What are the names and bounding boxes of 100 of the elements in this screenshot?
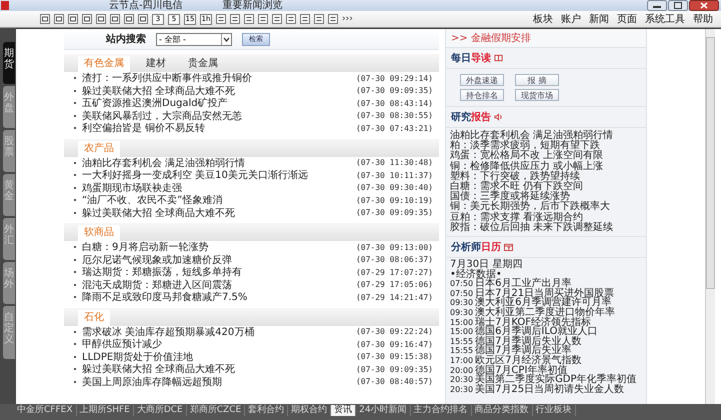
toolbar-icon[interactable] <box>244 14 254 24</box>
event-text: 德国6月季调后ILO就业人口 <box>475 327 598 337</box>
search-label: 站内搜索 <box>106 32 146 46</box>
news-link[interactable]: 渣打：一系列供应中断事件或推升铜价 <box>82 71 356 86</box>
panel-title-accent: 日历 <box>481 241 501 254</box>
toolbar-icon[interactable] <box>286 14 296 24</box>
status-tab[interactable]: 行业板块 <box>532 404 576 416</box>
holiday-link[interactable]: >> 金融假期安排 <box>446 29 646 48</box>
section-tab[interactable]: 贵金属 <box>182 56 224 72</box>
toolbar-icon[interactable] <box>314 14 324 24</box>
news-link[interactable]: 五矿资源推迟澳洲Dugald矿投产 <box>82 96 356 110</box>
news-link[interactable]: 甲醇供应预计减少 <box>82 337 356 352</box>
event-time: 15:55 <box>450 346 474 356</box>
news-time: (07-30 09:30:40) <box>356 183 433 192</box>
news-time: (07-30 09:22:24) <box>356 327 433 336</box>
menu-item[interactable]: 板块 <box>533 12 553 26</box>
toolbar-icon[interactable] <box>258 14 268 24</box>
category-select[interactable]: - 全部 - <box>156 32 232 46</box>
event-text: 美国7月25日当周初请失业金人数 <box>475 384 624 394</box>
event-text: 澳大利亚6月季调营建许可月率 <box>475 298 612 308</box>
toolbar-icon[interactable] <box>300 14 310 24</box>
status-tab[interactable]: 中金所CFFEX <box>14 404 76 416</box>
status-tab[interactable]: 上期所SHFE <box>76 404 134 416</box>
quick-button[interactable]: 现货市场 <box>515 89 559 101</box>
app-logo-icon <box>1 1 9 10</box>
panel-title: 分析师 <box>451 240 481 254</box>
news-link[interactable]: 需求破冰 美油库存超预期暴减420万桶 <box>82 324 356 339</box>
news-time: (07-29 14:21:47) <box>356 292 433 302</box>
report-link[interactable]: 鸡蛋：宽松格局不改 上涨空间有限 <box>450 151 642 162</box>
toolbar-icon[interactable] <box>216 14 226 24</box>
news-link[interactable]: 躲过美联储大招 全球商品大难不死 <box>82 84 356 98</box>
news-link[interactable]: LLDPE期货处于价值洼地 <box>82 350 356 364</box>
title-tab[interactable]: 云节点-四川电信 <box>109 0 183 11</box>
status-tab[interactable]: 套利合约 <box>245 404 288 416</box>
event-time: 20:00 <box>450 366 474 376</box>
panel-title: 每日 <box>451 52 471 65</box>
news-link[interactable]: 油粕比存套利机会 满足油强粕弱行情 <box>82 156 356 170</box>
event-text: 美国第二季度实际GDP年化季率初值 <box>475 375 637 385</box>
news-time: (07-30 08:30:55) <box>356 111 433 120</box>
quick-button[interactable]: 外盘速递 <box>460 74 504 86</box>
toolbar-icon[interactable] <box>328 14 338 24</box>
news-link[interactable]: 鸡蛋期现市场联袂走强 <box>82 180 356 195</box>
news-time: (07-29 17:05:06) <box>356 280 433 290</box>
news-link[interactable]: 降雨不足或致印度马邦食糖减产7.5% <box>82 290 356 304</box>
menu-item[interactable]: 页面 <box>617 12 637 26</box>
event-time: 17:00 <box>450 356 474 366</box>
report-link[interactable]: 铜：美元长期强势，后市下跌概率大 <box>450 202 642 213</box>
status-tab[interactable]: 商品分类指数 <box>472 404 533 416</box>
event-text: 德国7月季调后失业率 <box>475 346 572 356</box>
status-tab[interactable]: 资讯 <box>331 404 356 416</box>
status-tab[interactable]: 主力合约排名 <box>410 404 472 416</box>
report-link[interactable]: 铜：检修降低供应压力 或小幅上涨 <box>450 162 642 172</box>
scrollbar[interactable] <box>705 29 715 404</box>
toolbar-icon[interactable] <box>230 14 240 24</box>
dropdown-caret-icon <box>221 34 231 44</box>
news-time: (07-29 17:07:27) <box>356 268 433 277</box>
section-tab[interactable]: 建材 <box>140 56 172 72</box>
toolbar-icon[interactable] <box>272 14 282 24</box>
news-link[interactable]: 美联储风暴刮过，大宗商品安然无恙 <box>82 108 356 123</box>
restore-icon[interactable] <box>668 0 688 11</box>
news-link[interactable]: 混沌天成期货：郑糖进入区间震荡 <box>82 278 356 292</box>
minimize-icon[interactable] <box>647 0 667 11</box>
status-tab[interactable]: 大商所DCE <box>134 404 187 416</box>
event-time: 15:55 <box>450 336 474 346</box>
event-text: 日本6月工业产出月率 <box>475 279 572 289</box>
news-link[interactable]: 厄尔尼诺气候现象或加速糖价反弹 <box>82 252 356 267</box>
close-icon[interactable] <box>689 0 719 11</box>
status-tab[interactable]: 郑商所CZCE <box>186 404 246 416</box>
news-link[interactable]: 一大利好摇身一变成利空 美豆10美元关口渐行渐远 <box>82 168 356 182</box>
event-time: 09:30 <box>450 298 474 308</box>
event-time: 20:30 <box>450 375 474 385</box>
panel-title-accent: 报告 <box>471 110 491 124</box>
news-link[interactable]: “油厂不收、农民不卖”怪象难消 <box>82 193 356 208</box>
quick-button[interactable]: 持仓排名 <box>460 89 504 101</box>
news-link[interactable]: 躲过美联储大招 全球商品大难不死 <box>82 206 356 220</box>
menu-item[interactable]: 系统工具 <box>645 12 685 26</box>
news-time: (07-30 07:43:21) <box>356 124 433 133</box>
status-tab[interactable]: 24小时新闻 <box>356 404 411 416</box>
news-link[interactable]: 瑞达期货：郑糖振荡，短线多单持有 <box>82 265 356 280</box>
news-link[interactable]: 利空偏抬皆是 铜价不易反转 <box>82 121 356 136</box>
calendar-icon <box>504 243 513 252</box>
menu-item[interactable]: 账户 <box>561 12 581 26</box>
news-time: (07-30 09:09:35) <box>356 364 433 374</box>
event-time: 15:00 <box>450 318 474 328</box>
quick-button[interactable]: 报 摘 <box>515 74 559 86</box>
news-link[interactable]: 白糖：9月将启动新一轮涨势 <box>82 240 356 254</box>
more-button[interactable]: ››› <box>342 14 353 24</box>
panel-title-accent: 导读 <box>471 52 491 65</box>
report-link[interactable]: 胶指：破位后回抽 未来下跌调整延续 <box>450 222 642 234</box>
event-time: 09:30 <box>450 308 474 318</box>
menu-item[interactable]: 新闻 <box>589 12 609 26</box>
event-text: 欧元区7月经济景气指数 <box>475 356 582 366</box>
side-tab[interactable]: 期货 <box>3 42 15 84</box>
news-time: (07-30 09:15:38) <box>356 352 433 362</box>
event-time: 20:30 <box>450 384 474 394</box>
event-time: 07:50 <box>450 288 474 298</box>
news-link[interactable]: 躲过美联储大招 全球商品大难不死 <box>82 362 356 376</box>
report-link[interactable]: 豆粕：需求支撑 看涨远期合约 <box>450 212 642 223</box>
menu-item[interactable]: 帮助 <box>693 12 713 26</box>
news-link[interactable]: 美国上周原油库存降幅远超预期 <box>82 374 356 389</box>
